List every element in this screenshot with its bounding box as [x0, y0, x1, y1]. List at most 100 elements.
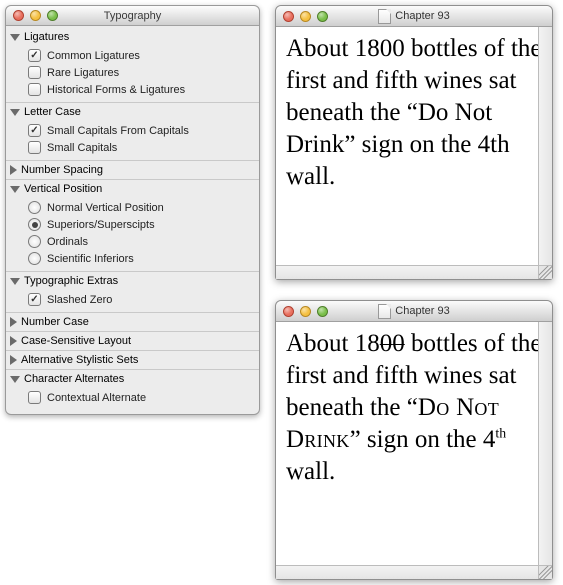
option-label: Normal Vertical Position — [47, 202, 164, 214]
window-controls — [276, 306, 328, 317]
slashed-zero[interactable]: 0 — [380, 330, 393, 357]
window-controls — [276, 11, 328, 22]
scrollbar-horizontal[interactable] — [276, 265, 538, 279]
option-row[interactable]: Small Capitals From Capitals — [28, 122, 259, 139]
option-row[interactable]: Slashed Zero — [28, 291, 259, 308]
disclosure-closed-icon[interactable] — [10, 355, 17, 365]
option-row[interactable]: Ordinals — [28, 233, 259, 250]
option-label: Rare Ligatures — [47, 67, 119, 79]
disclosure-closed-icon[interactable] — [10, 165, 17, 175]
option-row[interactable]: Common Ligatures — [28, 47, 259, 64]
option-label: Superiors/Superscipts — [47, 219, 155, 231]
checkbox[interactable] — [28, 141, 41, 154]
close-icon[interactable] — [283, 306, 294, 317]
doc-titlebar[interactable]: Chapter 93 — [276, 301, 552, 322]
checkbox[interactable] — [28, 391, 41, 404]
disclosure-open-icon[interactable] — [10, 109, 20, 116]
doc-text-part[interactable]: ” sign on the 4 — [350, 426, 496, 453]
section-items: Normal Vertical Position Superiors/Supers… — [6, 198, 259, 271]
option-row[interactable]: Historical Forms & Ligatures — [28, 81, 259, 98]
checkbox[interactable] — [28, 83, 41, 96]
disclosure-open-icon[interactable] — [10, 186, 20, 193]
disclosure-closed-icon[interactable] — [10, 336, 17, 346]
scrollbar-vertical[interactable] — [538, 27, 552, 265]
minimize-icon[interactable] — [300, 11, 311, 22]
panel-title: Typography — [6, 10, 259, 22]
option-label: Small Capitals From Capitals — [47, 125, 189, 137]
disclosure-open-icon[interactable] — [10, 34, 20, 41]
document-window-after: Chapter 93 About 1800 bottles of the fir… — [275, 300, 553, 580]
section-items: Small Capitals From Capitals Small Capita… — [6, 121, 259, 160]
option-row[interactable]: Small Capitals — [28, 139, 259, 156]
section-label: Character Alternates — [24, 373, 124, 385]
section-label: Number Case — [21, 316, 89, 328]
doc-text-part[interactable]: wall. — [286, 458, 335, 485]
option-label: Historical Forms & Ligatures — [47, 84, 185, 96]
section-items: Slashed Zero — [6, 290, 259, 312]
zoom-icon[interactable] — [317, 11, 328, 22]
radio[interactable] — [28, 235, 41, 248]
section-header-vertical-position[interactable]: Vertical Position — [6, 179, 259, 198]
section-header-character-alternates[interactable]: Character Alternates — [6, 369, 259, 388]
radio[interactable] — [28, 201, 41, 214]
disclosure-open-icon[interactable] — [10, 376, 20, 383]
panel-titlebar[interactable]: Typography — [6, 6, 259, 26]
option-label: Small Capitals — [47, 142, 117, 154]
radio-selected[interactable] — [28, 218, 41, 231]
section-header-number-spacing[interactable]: Number Spacing — [6, 160, 259, 179]
section-items: Contextual Alternate — [6, 388, 259, 410]
minimize-icon[interactable] — [300, 306, 311, 317]
option-label: Common Ligatures — [47, 50, 140, 62]
checkbox[interactable] — [28, 66, 41, 79]
doc-body[interactable]: About 1800 bottles of the first and fift… — [276, 27, 552, 279]
resize-handle[interactable] — [538, 265, 552, 279]
section-label: Vertical Position — [24, 183, 102, 195]
option-label: Slashed Zero — [47, 294, 112, 306]
document-icon — [378, 304, 391, 319]
superscript-text[interactable]: th — [495, 426, 506, 441]
checkbox-checked[interactable] — [28, 124, 41, 137]
section-header-case-sensitive-layout[interactable]: Case-Sensitive Layout — [6, 331, 259, 350]
document-window-before: Chapter 93 About 1800 bottles of the fir… — [275, 5, 553, 280]
section-label: Number Spacing — [21, 164, 103, 176]
doc-text-part[interactable]: About 18 — [286, 330, 380, 357]
section-header-number-case[interactable]: Number Case — [6, 312, 259, 331]
option-label: Ordinals — [47, 236, 88, 248]
checkbox-checked[interactable] — [28, 49, 41, 62]
section-header-letter-case[interactable]: Letter Case — [6, 102, 259, 121]
option-row[interactable]: Superiors/Superscipts — [28, 216, 259, 233]
option-row[interactable]: Rare Ligatures — [28, 64, 259, 81]
doc-title: Chapter 93 — [395, 305, 449, 317]
section-label: Typographic Extras — [24, 275, 118, 287]
resize-handle[interactable] — [538, 565, 552, 579]
doc-text[interactable]: About 1800 bottles of the first and fift… — [286, 35, 542, 190]
radio[interactable] — [28, 252, 41, 265]
section-label: Case-Sensitive Layout — [21, 335, 131, 347]
option-row[interactable]: Contextual Alternate — [28, 389, 259, 406]
doc-titlebar[interactable]: Chapter 93 — [276, 6, 552, 27]
checkbox-checked[interactable] — [28, 293, 41, 306]
section-header-ligatures[interactable]: Ligatures — [6, 28, 259, 46]
doc-title: Chapter 93 — [395, 10, 449, 22]
section-label: Ligatures — [24, 31, 69, 43]
scrollbar-horizontal[interactable] — [276, 565, 538, 579]
document-icon — [378, 9, 391, 24]
section-header-typographic-extras[interactable]: Typographic Extras — [6, 271, 259, 290]
typography-panel: Typography Ligatures Common Ligatures Rare… — [5, 5, 260, 415]
section-items: Common Ligatures Rare Ligatures Historical… — [6, 46, 259, 102]
option-row[interactable]: Normal Vertical Position — [28, 199, 259, 216]
option-label: Contextual Alternate — [47, 392, 146, 404]
disclosure-closed-icon[interactable] — [10, 317, 17, 327]
close-icon[interactable] — [283, 11, 294, 22]
scrollbar-vertical[interactable] — [538, 322, 552, 565]
option-label: Scientific Inferiors — [47, 253, 134, 265]
panel-body: Ligatures Common Ligatures Rare Ligatures H… — [6, 26, 259, 414]
slashed-zero[interactable]: 0 — [392, 330, 405, 357]
section-label: Alternative Stylistic Sets — [21, 354, 138, 366]
section-header-alternative-stylistic-sets[interactable]: Alternative Stylistic Sets — [6, 350, 259, 369]
zoom-icon[interactable] — [317, 306, 328, 317]
option-row[interactable]: Scientific Inferiors — [28, 250, 259, 267]
disclosure-open-icon[interactable] — [10, 278, 20, 285]
doc-body[interactable]: About 1800 bottles of the first and fift… — [276, 322, 552, 579]
section-label: Letter Case — [24, 106, 81, 118]
